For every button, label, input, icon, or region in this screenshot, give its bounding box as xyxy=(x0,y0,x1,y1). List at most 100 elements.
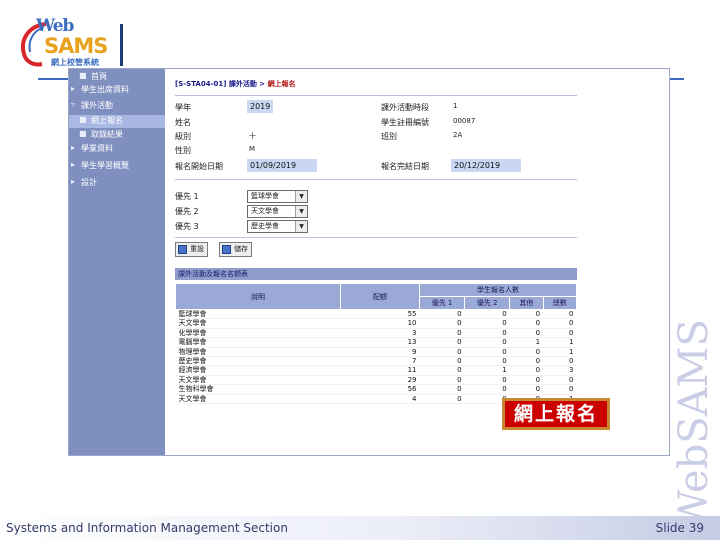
cell-total: 0 xyxy=(543,356,577,367)
sidebar-item-label: 取錄結果 xyxy=(91,130,123,139)
start-date-value: 01/09/2019 xyxy=(247,159,317,172)
cell-total: 0 xyxy=(543,328,577,339)
cell-total: 1 xyxy=(543,337,577,348)
chevron-right-icon: ▸ xyxy=(71,160,76,169)
chevron-down-icon[interactable]: ▼ xyxy=(295,206,307,217)
cell-other: 0 xyxy=(509,384,544,395)
quota-table: 說明 配額 學生報名人數 優先 1 優先 2 其他 總數 籃球學會 55 0 0 0 0 天… xyxy=(175,283,578,405)
cell-p1: 0 xyxy=(419,384,465,395)
sidebar-item[interactable]: ■ 首頁 xyxy=(69,71,165,84)
slide-footer: Systems and Information Management Secti… xyxy=(0,516,720,540)
cell-p1: 0 xyxy=(419,318,465,329)
callout-text: 網上報名 xyxy=(513,403,598,425)
chevron-right-icon: ▸ xyxy=(71,143,76,152)
websams-logo: Web SAMS 網上校管系統 xyxy=(14,16,126,72)
cell-quota: 13 xyxy=(340,337,420,348)
chevron-down-icon: ▿ xyxy=(71,100,76,109)
cell-other: 0 xyxy=(509,365,544,376)
col-total: 總數 xyxy=(542,296,578,310)
cell-p1: 0 xyxy=(419,347,465,358)
choice-2-select[interactable]: 天文學會 ▼ xyxy=(247,205,308,218)
watermark-text: WebSAMS xyxy=(671,319,717,531)
bullet-icon: ■ xyxy=(79,71,87,80)
table-row: 生物科學會 56 0 0 0 0 xyxy=(175,384,577,395)
cell-p1: 0 xyxy=(419,394,465,405)
logo-divider xyxy=(120,24,123,66)
sidebar-item-label: 課外活動 xyxy=(81,101,113,110)
sidebar-item-label: 網上報名 xyxy=(91,116,123,125)
cell-other: 0 xyxy=(509,309,544,320)
cell-quota: 10 xyxy=(340,318,420,329)
start-date-prefix: 01/09/ xyxy=(250,161,276,170)
bullet-icon: ■ xyxy=(79,129,87,138)
websams-watermark: WebSAMS xyxy=(666,319,720,531)
cell-quota: 7 xyxy=(340,356,420,367)
col-other: 其他 xyxy=(509,296,544,310)
choice-3-select[interactable]: 歷史學會 ▼ xyxy=(247,220,308,233)
cell-other: 0 xyxy=(509,347,544,358)
year-value: 2019 xyxy=(247,100,274,113)
sidebar-item[interactable]: ▸ 學業資料 xyxy=(69,143,165,156)
sidebar-item[interactable]: ▿ 課外活動 xyxy=(69,100,165,113)
logo-web-text: Web xyxy=(36,16,74,36)
period-label: 課外活動時段 xyxy=(381,103,429,112)
cell-p2: 0 xyxy=(464,384,510,395)
cell-p2: 0 xyxy=(464,309,510,320)
name-label: 姓名 xyxy=(175,118,191,127)
sidebar-item[interactable]: ▸ 學生學習概覽 xyxy=(69,160,165,173)
cell-total: 0 xyxy=(543,384,577,395)
reset-button[interactable]: 重設 xyxy=(175,242,208,257)
chevron-right-icon: ▸ xyxy=(71,84,76,93)
slide-number: Slide 39 xyxy=(655,521,704,535)
col-group: 學生報名人數 xyxy=(419,283,577,297)
cell-p2: 1 xyxy=(464,365,510,376)
save-button[interactable]: 儲存 xyxy=(219,242,252,257)
cell-name: 天文學會 xyxy=(175,375,341,386)
start-date-label: 報名開始日期 xyxy=(175,162,223,171)
sidebar-item[interactable]: ▸ 設計 xyxy=(69,177,165,190)
save-icon xyxy=(222,245,231,254)
gender-value: M xyxy=(249,145,256,153)
sidebar-item-label: 學生學習概覽 xyxy=(81,161,129,170)
cell-p2: 0 xyxy=(464,375,510,386)
regno-value: 00087 xyxy=(453,117,476,125)
period-value: 1 xyxy=(453,102,458,110)
cell-total: 0 xyxy=(543,318,577,329)
end-date-prefix: 20/12/ xyxy=(454,161,480,170)
cell-total: 3 xyxy=(543,365,577,376)
chevron-right-icon: ▸ xyxy=(71,177,76,186)
cell-quota: 55 xyxy=(340,309,420,320)
breadcrumb-path[interactable]: 課外活動 > xyxy=(229,80,268,88)
cell-p1: 0 xyxy=(419,337,465,348)
cell-total: 1 xyxy=(543,347,577,358)
chevron-down-icon[interactable]: ▼ xyxy=(295,191,307,202)
cell-name: 生物科學會 xyxy=(175,384,341,395)
sidebar-item-label: 設計 xyxy=(81,178,97,187)
sidebar-item[interactable]: ▸ 學生出席資料 xyxy=(69,84,165,97)
breadcrumb-current: 網上報名 xyxy=(267,80,296,88)
class-value: 2A xyxy=(453,131,463,139)
sidebar-item-label: 首頁 xyxy=(91,72,107,81)
sidebar-item[interactable]: ■ 取錄結果 xyxy=(69,129,165,142)
sidebar-item-label: 學生出席資料 xyxy=(81,85,129,94)
cell-p2: 0 xyxy=(464,318,510,329)
divider xyxy=(175,237,577,238)
table-row: 經濟學會 11 0 1 0 3 xyxy=(175,365,577,376)
logo-sams-text: SAMS xyxy=(44,34,108,58)
col-p2: 優先 2 xyxy=(464,296,511,310)
cell-p2: 0 xyxy=(464,347,510,358)
table-row: 化學學會 3 0 0 0 0 xyxy=(175,328,577,339)
cell-p2: 0 xyxy=(464,356,510,367)
end-date-value: 20/12/2019 xyxy=(451,159,521,172)
year-label: 學年 xyxy=(175,103,191,112)
level-value: 十 xyxy=(249,132,256,140)
cell-name: 化學學會 xyxy=(175,328,341,339)
choice-1-select[interactable]: 籃球學會 ▼ xyxy=(247,190,308,203)
chevron-down-icon[interactable]: ▼ xyxy=(295,221,307,232)
choice-1-value: 籃球學會 xyxy=(251,192,279,200)
cell-quota: 3 xyxy=(340,328,420,339)
choice-3-label: 優先 3 xyxy=(175,222,199,231)
sidebar-item[interactable]: ■ 網上報名 xyxy=(69,115,165,128)
table-row: 物理學會 9 0 0 0 1 xyxy=(175,347,577,358)
cell-p1: 0 xyxy=(419,328,465,339)
